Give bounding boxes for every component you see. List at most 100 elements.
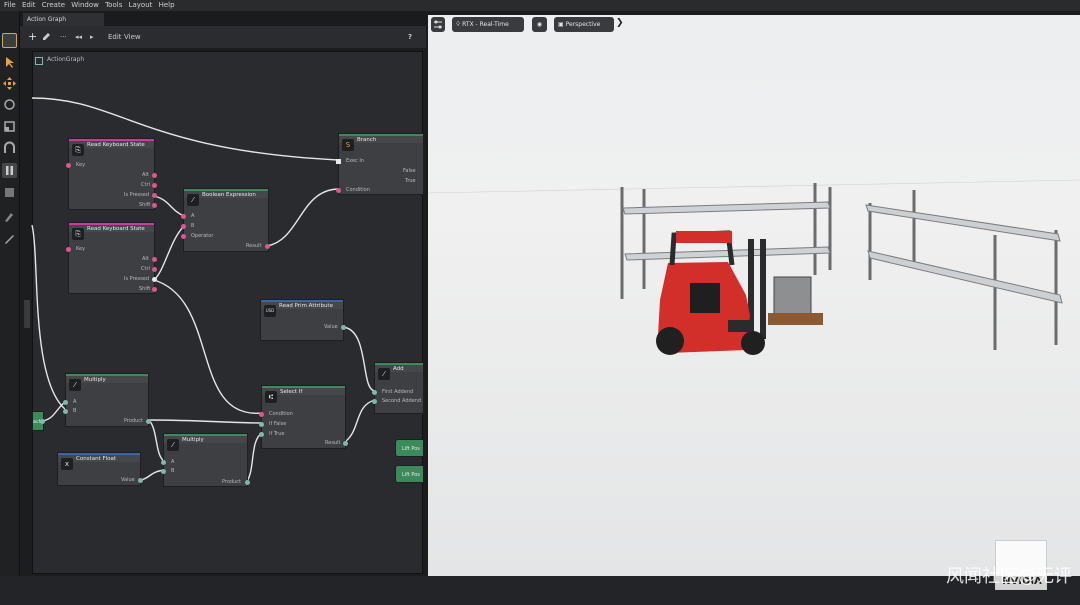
pin-result[interactable]	[265, 244, 270, 249]
pin-value[interactable]	[341, 325, 346, 330]
pin-ctrl[interactable]	[152, 183, 157, 188]
pin-key[interactable]	[66, 163, 71, 168]
pin-if-false[interactable]	[259, 422, 264, 427]
scene-render	[428, 179, 1080, 355]
pin-a[interactable]	[63, 400, 68, 405]
pin-condition[interactable]	[259, 412, 264, 417]
select-icon: ⑆	[265, 391, 277, 403]
camera-label: Perspective	[565, 21, 601, 28]
node-lift-pos-2[interactable]: Lift Pos	[395, 465, 424, 483]
pin-label: True	[405, 178, 416, 184]
pin-product[interactable]	[146, 419, 151, 424]
pin-label: Alt	[142, 172, 149, 178]
expand-arrow-icon[interactable]: ❯	[616, 18, 624, 28]
pin-pressed[interactable]	[152, 277, 157, 282]
camera-button[interactable]: ▣ Perspective	[554, 17, 614, 32]
pin-left-stub-out[interactable]	[40, 419, 45, 424]
pin-label: Second Addend	[382, 398, 422, 404]
pin-label: If True	[269, 431, 285, 437]
pin-label: Condition	[346, 187, 370, 193]
variable-icon: x	[61, 458, 73, 470]
pin-label: Value	[121, 477, 135, 483]
pin-exec-in[interactable]	[336, 159, 341, 164]
pin-value[interactable]	[138, 478, 143, 483]
pin-label: If False	[269, 421, 287, 427]
node-read-keyboard-2[interactable]: Read Keyboard State ⎘ Key Alt Ctrl Is Pr…	[66, 222, 157, 294]
node-multiply-1[interactable]: Multiply ⁄ A B Product	[63, 373, 151, 427]
pin-shift[interactable]	[152, 203, 157, 208]
node-lift-pos-1[interactable]: Lift Pos	[395, 439, 424, 457]
node-branch[interactable]: Branch S Exec In False True Condition	[336, 133, 424, 195]
pin-b[interactable]	[181, 224, 186, 229]
pin-a[interactable]	[181, 214, 186, 219]
camera-icon: ▣	[558, 21, 564, 28]
3d-viewport[interactable]	[428, 15, 1080, 576]
pin-ctrl[interactable]	[152, 267, 157, 272]
settings-icon[interactable]	[431, 17, 445, 32]
connection-wires	[31, 97, 376, 482]
pin-key[interactable]	[66, 247, 71, 252]
prim-icon: USD	[264, 305, 276, 317]
pin-operator[interactable]	[181, 234, 186, 239]
eye-icon[interactable]: ◉	[532, 17, 547, 32]
node-title: Lift Pos	[402, 446, 420, 452]
pin-second-addend[interactable]	[372, 399, 377, 404]
pin-label: Operator	[191, 233, 214, 239]
keyboard-icon: ⎘	[72, 228, 84, 240]
pin-product[interactable]	[245, 480, 250, 485]
pin-label: Result	[325, 440, 341, 446]
pin-label: B	[171, 468, 175, 474]
pin-pressed[interactable]	[152, 193, 157, 198]
watermark: 风闻社区@无评	[946, 566, 1072, 587]
node-boolean-expression[interactable]: Boolean Expression ⁄ A B Operator Result	[181, 188, 270, 252]
status-bar	[0, 576, 1080, 605]
pin-a[interactable]	[161, 460, 166, 465]
wire-select-to-add	[345, 399, 376, 442]
pin-label: False	[403, 168, 416, 174]
node-constant-float[interactable]: Constant Float x Value	[57, 452, 143, 486]
pin-label: Shift	[139, 202, 151, 208]
pin-first-addend[interactable]	[372, 390, 377, 395]
keyboard-icon: ⎘	[72, 144, 84, 156]
math-icon: ⁄	[378, 368, 390, 380]
pin-b[interactable]	[63, 409, 68, 414]
render-mode-label: RTX - Real-Time	[462, 21, 509, 28]
pin-label: Is Pressed	[124, 192, 150, 198]
wire-mult-to-mult2	[148, 419, 165, 462]
pin-label: A	[73, 399, 77, 405]
pin-label: Is Pressed	[124, 276, 150, 282]
wire-pressed1-to-a	[153, 195, 185, 217]
pin-label: Product	[124, 418, 143, 424]
pin-label: First Addend	[382, 389, 414, 395]
node-add[interactable]: Add ⁄ First Addend Second Addend	[372, 362, 424, 414]
pin-label: Key	[76, 162, 86, 168]
pin-label: B	[191, 223, 195, 229]
node-multiply-2[interactable]: Multiply ⁄ A B Product	[161, 433, 250, 487]
node-read-keyboard-1[interactable]: Read Keyboard State ⎘ Key Alt Ctrl Is Pr…	[66, 138, 157, 210]
wire-prim-to-add	[342, 326, 376, 392]
pin-label: Value	[324, 324, 338, 330]
wire-bool-to-branch	[266, 188, 339, 247]
math-icon: ⁄	[69, 379, 81, 391]
pin-shift[interactable]	[152, 287, 157, 292]
pin-label: Product	[222, 479, 241, 485]
wire-mult2-to-true	[246, 432, 263, 482]
render-mode-button[interactable]: 💡︎ RTX - Real-Time	[452, 17, 524, 32]
splitter-handle[interactable]	[24, 300, 30, 328]
wire-left-to-b	[31, 224, 67, 411]
pin-alt[interactable]	[152, 257, 157, 262]
lightbulb-icon: 💡︎	[456, 21, 461, 28]
pin-b[interactable]	[161, 469, 166, 474]
pin-if-true[interactable]	[259, 432, 264, 437]
pin-result[interactable]	[343, 441, 348, 446]
pin-alt[interactable]	[152, 173, 157, 178]
pin-label: Result	[246, 243, 262, 249]
node-read-prim-attribute[interactable]: Read Prim Attribute USD Value	[260, 299, 346, 341]
node-title: Lift Pos	[402, 472, 420, 478]
wire-pressed2-to-b	[153, 225, 185, 281]
node-select-if[interactable]: Select If ⑆ Condition If False If True R…	[259, 385, 348, 449]
pin-condition[interactable]	[336, 188, 341, 193]
pin-label: Alt	[142, 256, 149, 262]
pin-label: Key	[76, 246, 86, 252]
viewport-toolbar: 💡︎ RTX - Real-Time ◉ ▣ Perspective ❯	[428, 15, 1080, 35]
